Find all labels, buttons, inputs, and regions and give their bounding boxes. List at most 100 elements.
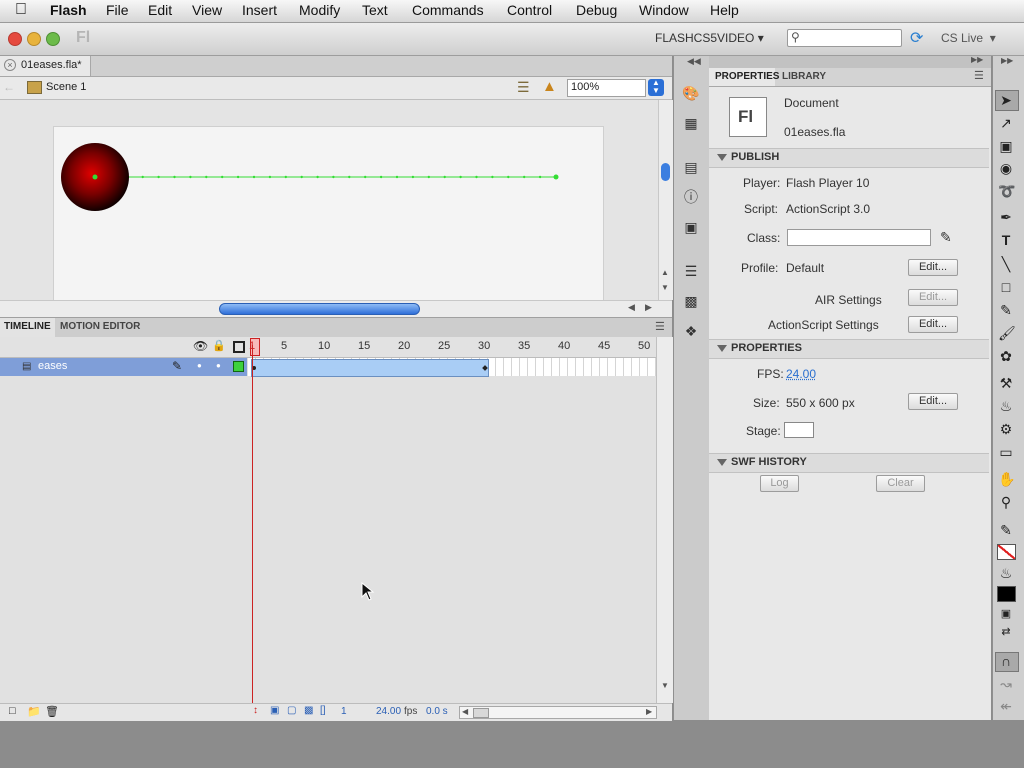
cs-live-menu[interactable]: CS Live ▾: [941, 31, 996, 45]
menu-view[interactable]: View: [192, 2, 222, 18]
search-input[interactable]: ⚲: [787, 29, 902, 47]
straighten-icon[interactable]: ↞: [998, 698, 1014, 714]
menu-file[interactable]: File: [106, 2, 129, 18]
eyedropper-tool-icon[interactable]: ⚙: [998, 421, 1014, 437]
scroll-down-arrow-icon[interactable]: ▼: [661, 681, 669, 690]
motion-path-end-point[interactable]: [553, 174, 559, 180]
air-settings-edit-button[interactable]: Edit...: [908, 289, 958, 306]
tab-library[interactable]: LIBRARY: [776, 68, 832, 86]
layer-visible-dot[interactable]: ●: [197, 361, 202, 370]
pen-tool-icon[interactable]: ✒: [998, 209, 1014, 225]
actionscript-settings-edit-button[interactable]: Edit...: [908, 316, 958, 333]
zoom-field[interactable]: 100%: [567, 79, 646, 97]
fill-color-bucket-icon[interactable]: ♨: [998, 565, 1014, 581]
layer-lock-dot[interactable]: ●: [216, 361, 221, 370]
swap-colors-icon[interactable]: ⇄: [998, 624, 1014, 640]
modify-markers-icon[interactable]: []: [320, 705, 326, 716]
frame-rate[interactable]: 24.00: [376, 706, 401, 717]
menu-edit[interactable]: Edit: [148, 2, 172, 18]
timeline-horizontal-scrollbar[interactable]: ◀ ▶: [459, 706, 657, 719]
collapse-dock-icon[interactable]: ◀◀: [687, 56, 701, 67]
3d-rotation-tool-icon[interactable]: ◉: [998, 160, 1014, 176]
rectangle-tool-icon[interactable]: □: [998, 279, 1014, 295]
tab-timeline[interactable]: TIMELINE: [0, 318, 55, 337]
actions-panel-icon[interactable]: ☰: [682, 262, 700, 280]
snap-to-objects-icon[interactable]: ∩: [998, 653, 1014, 669]
properties-section-header[interactable]: PROPERTIES: [709, 339, 989, 359]
profile-edit-button[interactable]: Edit...: [908, 259, 958, 276]
menu-text[interactable]: Text: [362, 2, 388, 18]
layer-outline-color[interactable]: [233, 361, 244, 372]
outline-layers-icon[interactable]: [233, 341, 245, 353]
apple-icon[interactable]: : [15, 1, 27, 19]
menu-modify[interactable]: Modify: [299, 2, 340, 18]
size-edit-button[interactable]: Edit...: [908, 393, 958, 410]
document-tab[interactable]: × 01eases.fla*: [0, 56, 91, 76]
new-folder-icon[interactable]: 📁: [27, 705, 41, 718]
expand-tools-icon[interactable]: ▶▶: [1001, 56, 1013, 65]
class-input[interactable]: [787, 229, 931, 246]
stage-horizontal-scroll-thumb[interactable]: [219, 303, 420, 315]
transform-panel-icon[interactable]: ▣: [682, 218, 700, 236]
timeline-vertical-scrollbar[interactable]: ▼: [656, 337, 673, 703]
line-tool-icon[interactable]: ╲: [998, 256, 1014, 272]
edit-scene-icon[interactable]: ☰: [517, 79, 530, 96]
tab-properties[interactable]: PROPERTIES: [709, 68, 779, 86]
sync-icon[interactable]: ⟳: [910, 28, 923, 48]
menu-help[interactable]: Help: [710, 2, 739, 18]
fps-value[interactable]: 24.00: [786, 367, 816, 381]
center-frame-icon[interactable]: ↕: [253, 705, 258, 716]
current-frame[interactable]: 1: [341, 706, 347, 717]
scroll-up-arrow-icon[interactable]: ▲: [661, 268, 669, 277]
smooth-icon[interactable]: ↝: [998, 676, 1014, 692]
stroke-color-pencil-icon[interactable]: ✎: [998, 522, 1014, 538]
panel-menu-icon[interactable]: ☰: [655, 320, 665, 333]
stage-color-swatch[interactable]: [784, 422, 814, 438]
swf-clear-button[interactable]: Clear: [876, 475, 925, 492]
zoom-window-button[interactable]: [46, 32, 60, 46]
show-hide-layers-icon[interactable]: 👁: [193, 339, 208, 353]
edit-class-pencil-icon[interactable]: ✎: [940, 229, 952, 246]
publish-section-header[interactable]: PUBLISH: [709, 148, 989, 168]
align-panel-icon[interactable]: ▤: [682, 158, 700, 176]
bone-tool-icon[interactable]: ⚒: [998, 375, 1014, 391]
timeline-scroll-thumb[interactable]: [473, 708, 489, 718]
eraser-tool-icon[interactable]: ▭: [998, 444, 1014, 460]
selection-tool-icon[interactable]: ➤: [998, 92, 1014, 108]
scroll-right-arrow-icon[interactable]: ▶: [645, 302, 652, 313]
menu-control[interactable]: Control: [507, 2, 552, 18]
zoom-tool-icon[interactable]: ⚲: [998, 494, 1014, 510]
fill-color-swatch[interactable]: [997, 586, 1016, 602]
swf-log-button[interactable]: Log: [760, 475, 799, 492]
tab-motion-editor[interactable]: MOTION EDITOR: [56, 318, 148, 337]
edit-multiple-frames-icon[interactable]: ▩: [304, 705, 313, 716]
text-tool-icon[interactable]: T: [998, 232, 1014, 248]
scroll-down-arrow-icon[interactable]: ▼: [661, 283, 669, 292]
stage-vertical-scroll-thumb[interactable]: [661, 163, 670, 181]
close-tab-icon[interactable]: ×: [4, 59, 16, 71]
swf-history-section-header[interactable]: SWF HISTORY: [709, 453, 989, 473]
onion-skin-icon[interactable]: ▣: [270, 705, 279, 716]
lasso-tool-icon[interactable]: ➰: [998, 183, 1015, 199]
menu-insert[interactable]: Insert: [242, 2, 277, 18]
menu-commands[interactable]: Commands: [412, 2, 484, 18]
stage-horizontal-scrollbar[interactable]: ◀ ▶: [0, 300, 672, 317]
close-window-button[interactable]: [8, 32, 22, 46]
menu-debug[interactable]: Debug: [576, 2, 617, 18]
default-colors-icon[interactable]: ▣: [998, 606, 1014, 622]
deco-tool-icon[interactable]: ✿: [998, 348, 1014, 364]
scroll-left-arrow-icon[interactable]: ◀: [628, 302, 635, 313]
layer-row-eases[interactable]: ▤ eases ✎ ● ●: [0, 358, 247, 376]
delete-layer-icon[interactable]: 🗑: [45, 705, 59, 718]
workspace-switcher[interactable]: FLASHCS5VIDEO ▾: [655, 31, 764, 45]
motion-tween-span[interactable]: [251, 359, 489, 377]
stage-vertical-scrollbar[interactable]: ▲ ▼: [658, 100, 673, 300]
pencil-tool-icon[interactable]: ✎: [998, 302, 1014, 318]
onion-outlines-icon[interactable]: ▢: [287, 705, 296, 716]
stroke-color-swatch[interactable]: [997, 544, 1016, 560]
scroll-left-arrow-icon[interactable]: ◀: [462, 707, 468, 716]
motion-path-start-point[interactable]: [92, 174, 98, 180]
swatches-panel-icon[interactable]: ▦: [682, 114, 700, 132]
expand-panel-icon[interactable]: ▶▶: [971, 55, 983, 64]
minimize-window-button[interactable]: [27, 32, 41, 46]
